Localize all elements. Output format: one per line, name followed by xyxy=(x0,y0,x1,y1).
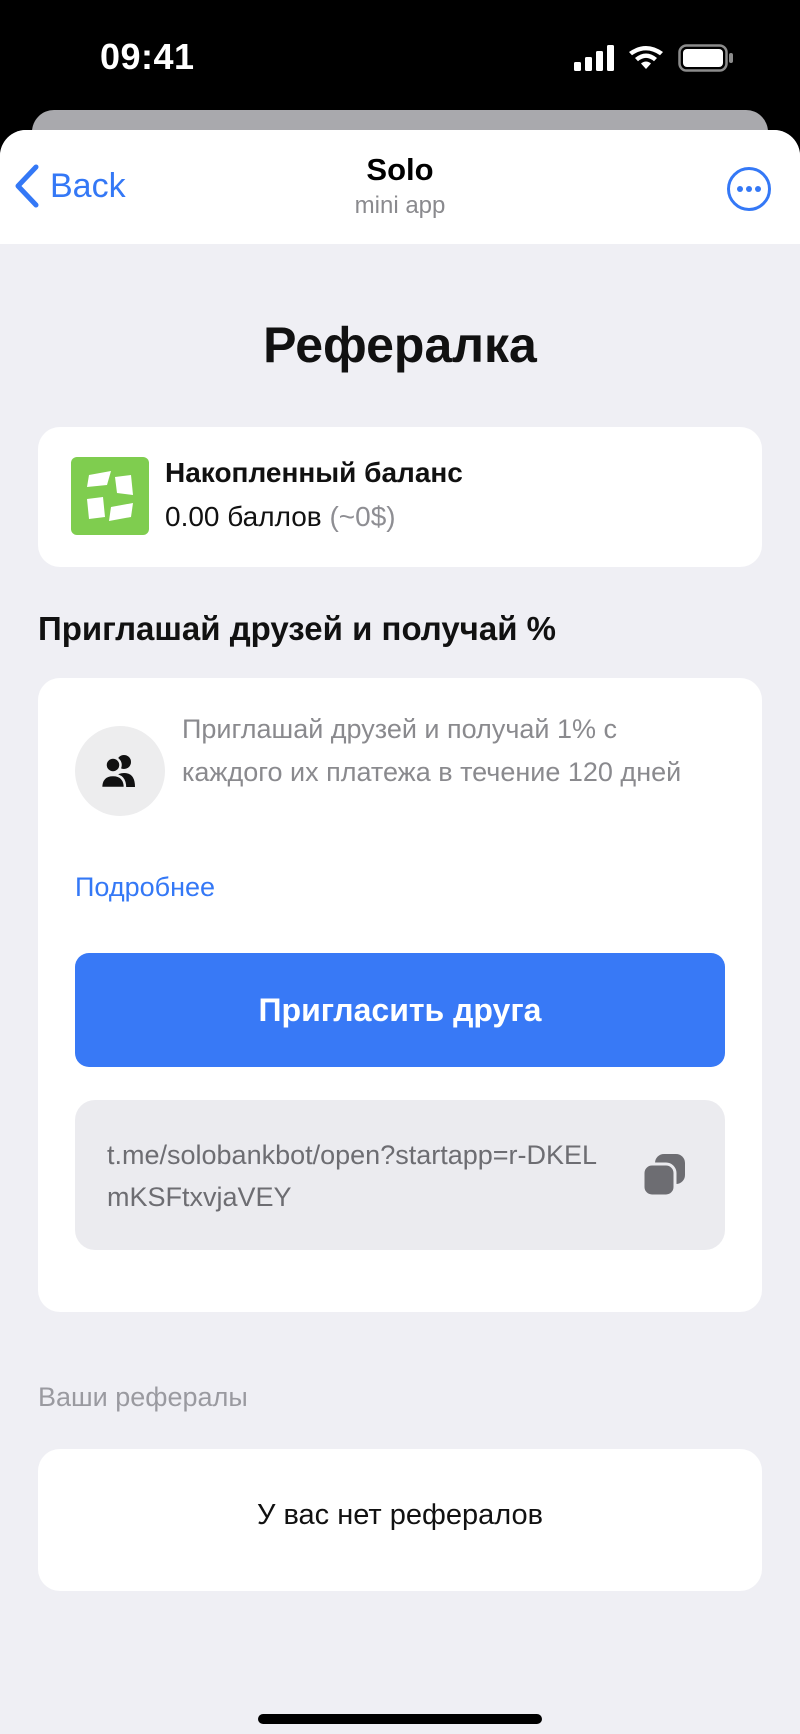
invite-friend-button[interactable]: Пригласить друга xyxy=(75,953,725,1067)
invite-description: Приглашай друзей и получай 1% с каждого … xyxy=(182,714,682,787)
nav-bar: Back Solo mini app xyxy=(0,130,800,244)
battery-icon xyxy=(678,44,733,72)
balance-value-row: 0.00 баллов (~0$) xyxy=(165,501,396,533)
home-indicator[interactable] xyxy=(258,1714,542,1724)
app-title: Solo xyxy=(366,152,434,187)
people-icon-badge xyxy=(75,726,165,816)
referral-link-text[interactable]: t.me/solobankbot/open?startapp=r-DKELmKS… xyxy=(107,1134,607,1218)
phone-screen: 09:41 Back Solo mini app Рефералка Накоп… xyxy=(0,0,800,1734)
balance-title: Накопленный баланс xyxy=(165,457,463,488)
balance-usd: (~0$) xyxy=(329,501,396,532)
copy-icon[interactable] xyxy=(641,1152,687,1198)
mini-app-sheet: Back Solo mini app Рефералка Накопленный… xyxy=(0,130,800,1734)
more-details-link[interactable]: Подробнее xyxy=(75,872,215,903)
solo-logo xyxy=(71,457,149,535)
invite-heading: Приглашай друзей и получай % xyxy=(38,610,556,647)
more-options-button[interactable] xyxy=(726,166,772,212)
referral-link-box[interactable]: t.me/solobankbot/open?startapp=r-DKELmKS… xyxy=(75,1100,725,1250)
invite-card: Приглашай друзей и получай 1% с каждого … xyxy=(38,678,762,1312)
page-title: Рефералка xyxy=(263,317,537,373)
referrals-empty-text: У вас нет рефералов xyxy=(256,1499,544,1531)
wifi-icon xyxy=(629,46,663,69)
balance-card: Накопленный баланс 0.00 баллов (~0$) xyxy=(38,427,762,567)
balance-points: 0.00 баллов xyxy=(165,501,322,532)
referrals-card: У вас нет рефералов xyxy=(38,1449,762,1591)
status-icons xyxy=(574,44,734,72)
nav-title-group: Solo mini app xyxy=(0,152,800,220)
status-bar: 09:41 xyxy=(0,0,800,110)
status-time: 09:41 xyxy=(100,36,195,77)
app-subtitle: mini app xyxy=(354,192,446,219)
people-icon xyxy=(100,755,135,789)
cellular-signal-icon xyxy=(574,45,614,71)
referrals-label: Ваши рефералы xyxy=(38,1382,248,1412)
solo-logo-mark xyxy=(87,471,133,521)
